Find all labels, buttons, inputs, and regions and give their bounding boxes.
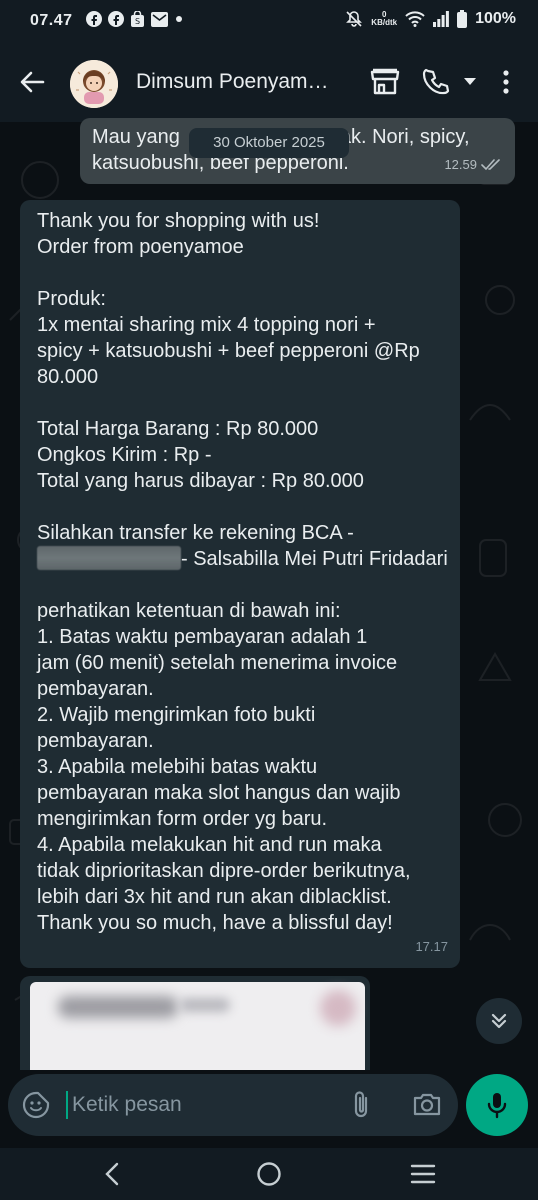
more-vert-icon[interactable] <box>502 68 510 96</box>
scroll-to-bottom-button[interactable] <box>476 998 522 1044</box>
sticker-icon[interactable] <box>22 1091 50 1119</box>
outgoing-meta: 12.59 <box>444 152 501 178</box>
wifi-icon <box>405 11 425 27</box>
net-speed-unit: KB/dtk <box>371 18 398 27</box>
message-line: lebih dari 3x hit and run akan diblackli… <box>37 886 392 908</box>
message-line: spicy + katsuobushi + beef pepperoni @Rp <box>37 340 420 362</box>
message-line: 1. Batas waktu pembayaran adalah 1 <box>37 626 368 648</box>
account-holder: - Salsabilla Mei Putri Fridadari <box>181 548 448 570</box>
account-line: - Salsabilla Mei Putri Fridadari <box>37 546 450 572</box>
back-arrow-icon[interactable] <box>18 68 46 96</box>
nav-home-icon[interactable] <box>256 1161 282 1187</box>
message-line: Produk: <box>37 288 106 310</box>
message-line: pembayaran maka slot hangus dan wajib <box>37 782 401 804</box>
message-line: Silahkan transfer ke rekening BCA - <box>37 522 354 544</box>
message-line: pembayaran. <box>37 730 154 752</box>
incoming-time: 17.17 <box>415 939 448 954</box>
blurred-image <box>30 982 365 1070</box>
image-message[interactable] <box>20 976 370 1070</box>
message-line: 3. Apabila melebihi batas waktu <box>37 756 318 778</box>
date-divider: 30 Oktober 2025 <box>189 128 349 158</box>
message-line: Thank you so much, have a blissful day! <box>37 912 393 934</box>
avatar-illustration <box>70 60 118 108</box>
message-line: 1x mentai sharing mix 4 topping nori + <box>37 314 376 336</box>
notification-icons: S <box>86 11 182 27</box>
contact-name[interactable]: Dimsum Poenyam… <box>136 70 346 94</box>
message-line: 4. Apabila melakukan hit and run maka <box>37 834 382 856</box>
facebook-icon <box>108 11 124 27</box>
message-line: pembayaran. <box>37 678 154 700</box>
double-check-icon <box>481 159 500 171</box>
battery-percent: 100% <box>475 10 516 27</box>
facebook-icon <box>86 11 102 27</box>
message-line: perhatikan ketentuan di bawah ini: <box>37 600 341 622</box>
outgoing-text-end: ak. Nori, spicy, <box>339 126 470 148</box>
message-line: Thank you for shopping with us! <box>37 210 320 232</box>
message-line: Total Harga Barang : Rp 80.000 <box>37 418 319 440</box>
store-icon[interactable] <box>370 68 400 96</box>
message-line: Ongkos Kirim : Rp - <box>37 444 212 466</box>
mail-icon <box>151 11 168 27</box>
status-bar: 07.47 S 0 KB/dtk 100% <box>0 0 538 44</box>
message-body-part2: perhatikan ketentuan di bawah ini: 1. Bat… <box>37 572 450 936</box>
message-body-part1: Thank you for shopping with us! Order fro… <box>37 208 450 546</box>
system-nav-bar <box>0 1148 538 1200</box>
camera-icon[interactable] <box>412 1090 442 1118</box>
svg-text:S: S <box>135 17 140 26</box>
nav-recents-icon[interactable] <box>410 1163 436 1185</box>
message-line: 80.000 <box>37 366 99 388</box>
caret-down-icon[interactable] <box>464 78 476 86</box>
message-line: mengirimkan form order yg baru. <box>37 808 328 830</box>
signal-icon <box>433 11 449 27</box>
net-speed: 0 KB/dtk <box>371 11 397 27</box>
nav-back-icon[interactable] <box>104 1162 120 1186</box>
message-line: 2. Wajib mengirimkan foto bukti <box>37 704 316 726</box>
redacted-account-number <box>37 546 181 570</box>
message-line: jam (60 menit) setelah menerima invoice <box>37 652 398 674</box>
battery-icon <box>457 10 468 28</box>
message-input[interactable] <box>72 1091 332 1119</box>
message-line: Total yang harus dibayar : Rp 80.000 <box>37 470 364 492</box>
chat-header: Dimsum Poenyam… <box>0 44 538 122</box>
incoming-message[interactable]: Thank you for shopping with us! Order fro… <box>20 200 460 968</box>
system-icons: 0 KB/dtk 100% <box>345 10 516 28</box>
outgoing-time: 12.59 <box>444 157 477 172</box>
message-composer <box>8 1074 458 1136</box>
double-chevron-down-icon <box>491 1013 507 1029</box>
phone-icon[interactable] <box>422 68 450 96</box>
contact-avatar[interactable] <box>70 60 118 108</box>
voice-record-button[interactable] <box>466 1074 528 1136</box>
microphone-icon <box>487 1093 507 1119</box>
paperclip-icon[interactable] <box>348 1090 374 1120</box>
mute-icon <box>346 11 363 27</box>
status-time: 07.47 <box>30 12 73 29</box>
more-notifications-icon <box>176 16 182 22</box>
message-line: Order from poenyamoe <box>37 236 244 258</box>
shop-bag-icon: S <box>131 11 144 27</box>
text-cursor <box>66 1091 68 1119</box>
outgoing-text-start: Mau yang <box>92 126 180 148</box>
message-line: tidak diprioritaskan dipre-order berikut… <box>37 860 411 882</box>
